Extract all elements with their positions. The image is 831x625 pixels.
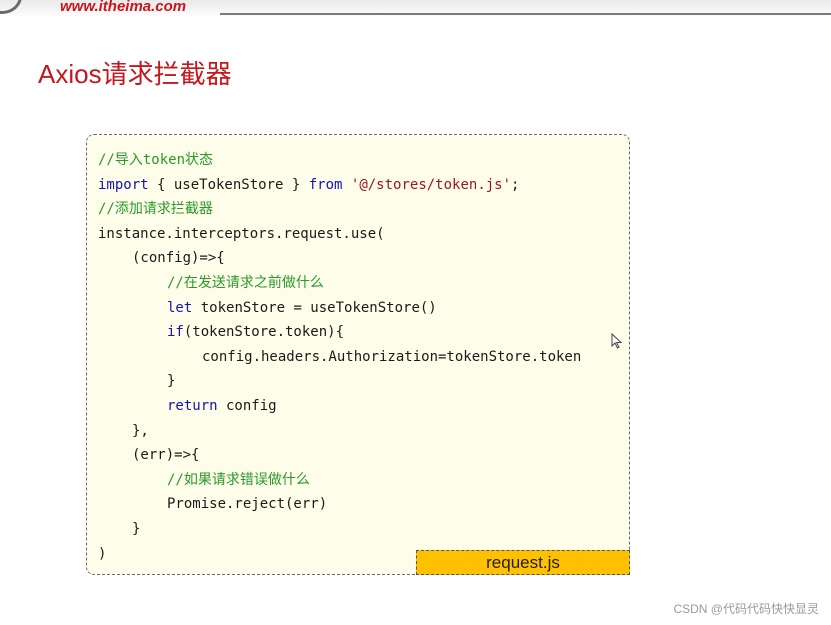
slide-header: www.itheima.com [0, 0, 831, 18]
code-line: return config [98, 396, 581, 421]
code-line: instance.interceptors.request.use( [98, 225, 385, 242]
code-line: (config)=>{ [132, 250, 225, 267]
header-divider [220, 13, 831, 15]
code-line: Promise.reject(err) [167, 496, 328, 513]
mouse-cursor-icon [611, 333, 623, 349]
slide-title: Axios请求拦截器 [38, 59, 232, 89]
code-text: config [217, 397, 277, 414]
code-line-comment: //添加请求拦截器 [98, 201, 213, 218]
code-line: if(tokenStore.token){ [98, 322, 581, 347]
code-text: tokenStore = useTokenStore() [192, 299, 437, 316]
file-name-label: request.js [416, 550, 630, 575]
code-text: (tokenStore.token){ [183, 324, 345, 341]
logo-icon [0, 0, 22, 14]
code-line: } [132, 520, 141, 537]
code-line: (err)=>{ [132, 447, 200, 464]
keyword: return [167, 397, 218, 414]
code-text: { useTokenStore } [148, 176, 309, 193]
keyword: from [308, 176, 343, 193]
keyword: import [98, 176, 149, 193]
code-text: ; [511, 176, 520, 193]
code-listing: //导入token状态 import { useTokenStore } fro… [98, 150, 581, 568]
code-line-comment: //在发送请求之前做什么 [167, 274, 324, 291]
code-line-import: import { useTokenStore } from '@/stores/… [98, 175, 581, 200]
code-line: }, [132, 422, 149, 439]
code-line-comment: //导入token状态 [98, 152, 214, 168]
watermark: CSDN @代码代码快快显灵 [673, 602, 819, 616]
code-line: } [167, 373, 176, 390]
keyword: if [167, 324, 184, 341]
site-url: www.itheima.com [60, 0, 187, 15]
string-literal: '@/stores/token.js' [350, 176, 512, 193]
code-line-comment: //如果请求错误做什么 [167, 471, 310, 488]
keyword: let [167, 299, 193, 316]
code-line: config.headers.Authorization=tokenStore.… [202, 348, 582, 365]
code-line: let tokenStore = useTokenStore() [98, 298, 581, 323]
